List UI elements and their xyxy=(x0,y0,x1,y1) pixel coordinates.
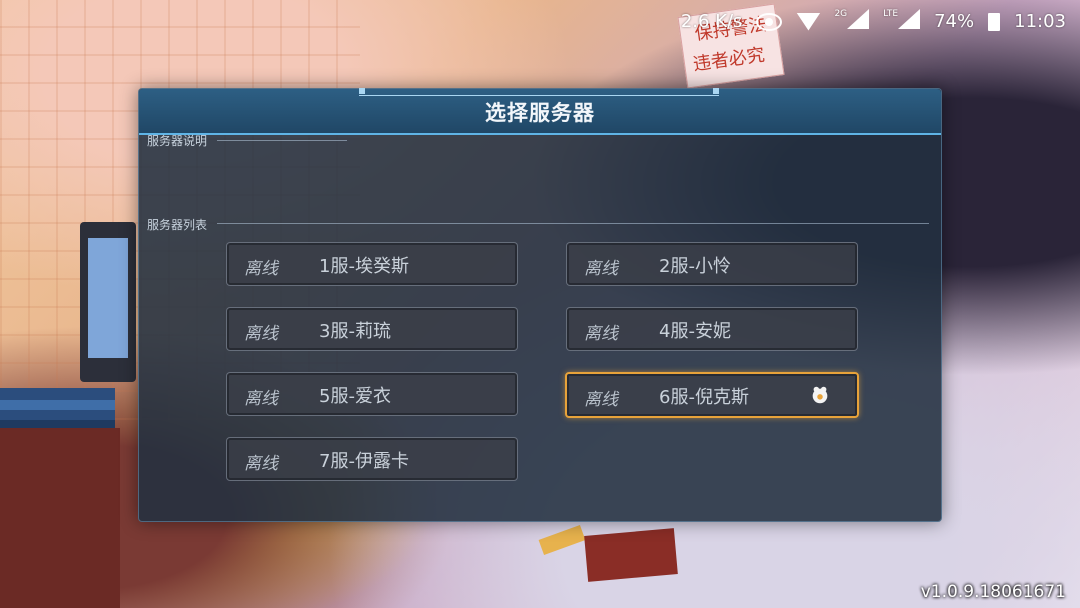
battery-percent: 74% xyxy=(934,11,975,32)
server-name: 1服-埃癸斯 xyxy=(319,256,409,277)
clock: 11:03 xyxy=(1014,11,1066,32)
background-desk xyxy=(0,428,120,608)
background-monitor xyxy=(80,222,136,382)
status-bar: 2.6 K/s 2G LTE 74% 11:03 xyxy=(0,0,1080,40)
eye-icon xyxy=(756,12,783,31)
background-sleeve xyxy=(584,528,678,582)
mascot-icon xyxy=(812,386,828,404)
server-item-1[interactable]: 离线 1服-埃癸斯 xyxy=(226,242,518,286)
server-item-4[interactable]: 离线 4服-安妮 xyxy=(566,307,858,351)
server-description-label: 服务器说明 xyxy=(147,134,208,148)
dialog-header: 选择服务器 xyxy=(139,88,941,135)
server-status: 离线 xyxy=(244,389,278,409)
server-item-7[interactable]: 离线 7服-伊露卡 xyxy=(226,437,518,481)
battery-icon xyxy=(988,12,1001,31)
server-list-label: 服务器列表 xyxy=(147,218,208,232)
server-name: 5服-爱衣 xyxy=(319,386,391,407)
server-status: 离线 xyxy=(244,259,278,279)
server-status: 离线 xyxy=(584,390,618,410)
server-select-dialog: 选择服务器 服务器说明 服务器列表 离线 1服-埃癸斯 离线 2服-小怜 离线 … xyxy=(138,88,942,522)
note-text-2: 违者必究 xyxy=(691,44,767,76)
wifi-icon xyxy=(796,12,821,31)
signal-icon xyxy=(898,9,921,29)
server-name: 3服-莉琉 xyxy=(319,321,391,342)
server-status: 离线 xyxy=(584,324,618,344)
list-divider xyxy=(217,223,929,224)
version-label: v1.0.9.18061671 xyxy=(920,582,1066,602)
server-name: 6服-倪克斯 xyxy=(659,387,749,408)
server-status: 离线 xyxy=(584,259,618,279)
server-status: 离线 xyxy=(244,324,278,344)
server-name: 4服-安妮 xyxy=(659,321,731,342)
server-item-3[interactable]: 离线 3服-莉琉 xyxy=(226,307,518,351)
background-cup xyxy=(538,524,586,556)
server-item-6[interactable]: 离线 6服-倪克斯 xyxy=(565,372,859,418)
network-lte-label: LTE xyxy=(883,9,899,19)
dialog-title: 选择服务器 xyxy=(485,101,595,125)
network-2g-label: 2G xyxy=(834,9,848,19)
network-speed: 2.6 K/s xyxy=(680,11,743,32)
signal-lte: LTE xyxy=(883,9,921,34)
server-item-5[interactable]: 离线 5服-爱衣 xyxy=(226,372,518,416)
server-name: 7服-伊露卡 xyxy=(319,451,409,472)
server-name: 2服-小怜 xyxy=(659,256,731,277)
server-item-2[interactable]: 离线 2服-小怜 xyxy=(566,242,858,286)
signal-icon xyxy=(847,9,870,29)
server-status: 离线 xyxy=(244,454,278,474)
header-decoration xyxy=(359,88,719,96)
description-divider xyxy=(217,140,347,141)
signal-2g: 2G xyxy=(834,9,870,34)
background-books xyxy=(0,388,115,428)
